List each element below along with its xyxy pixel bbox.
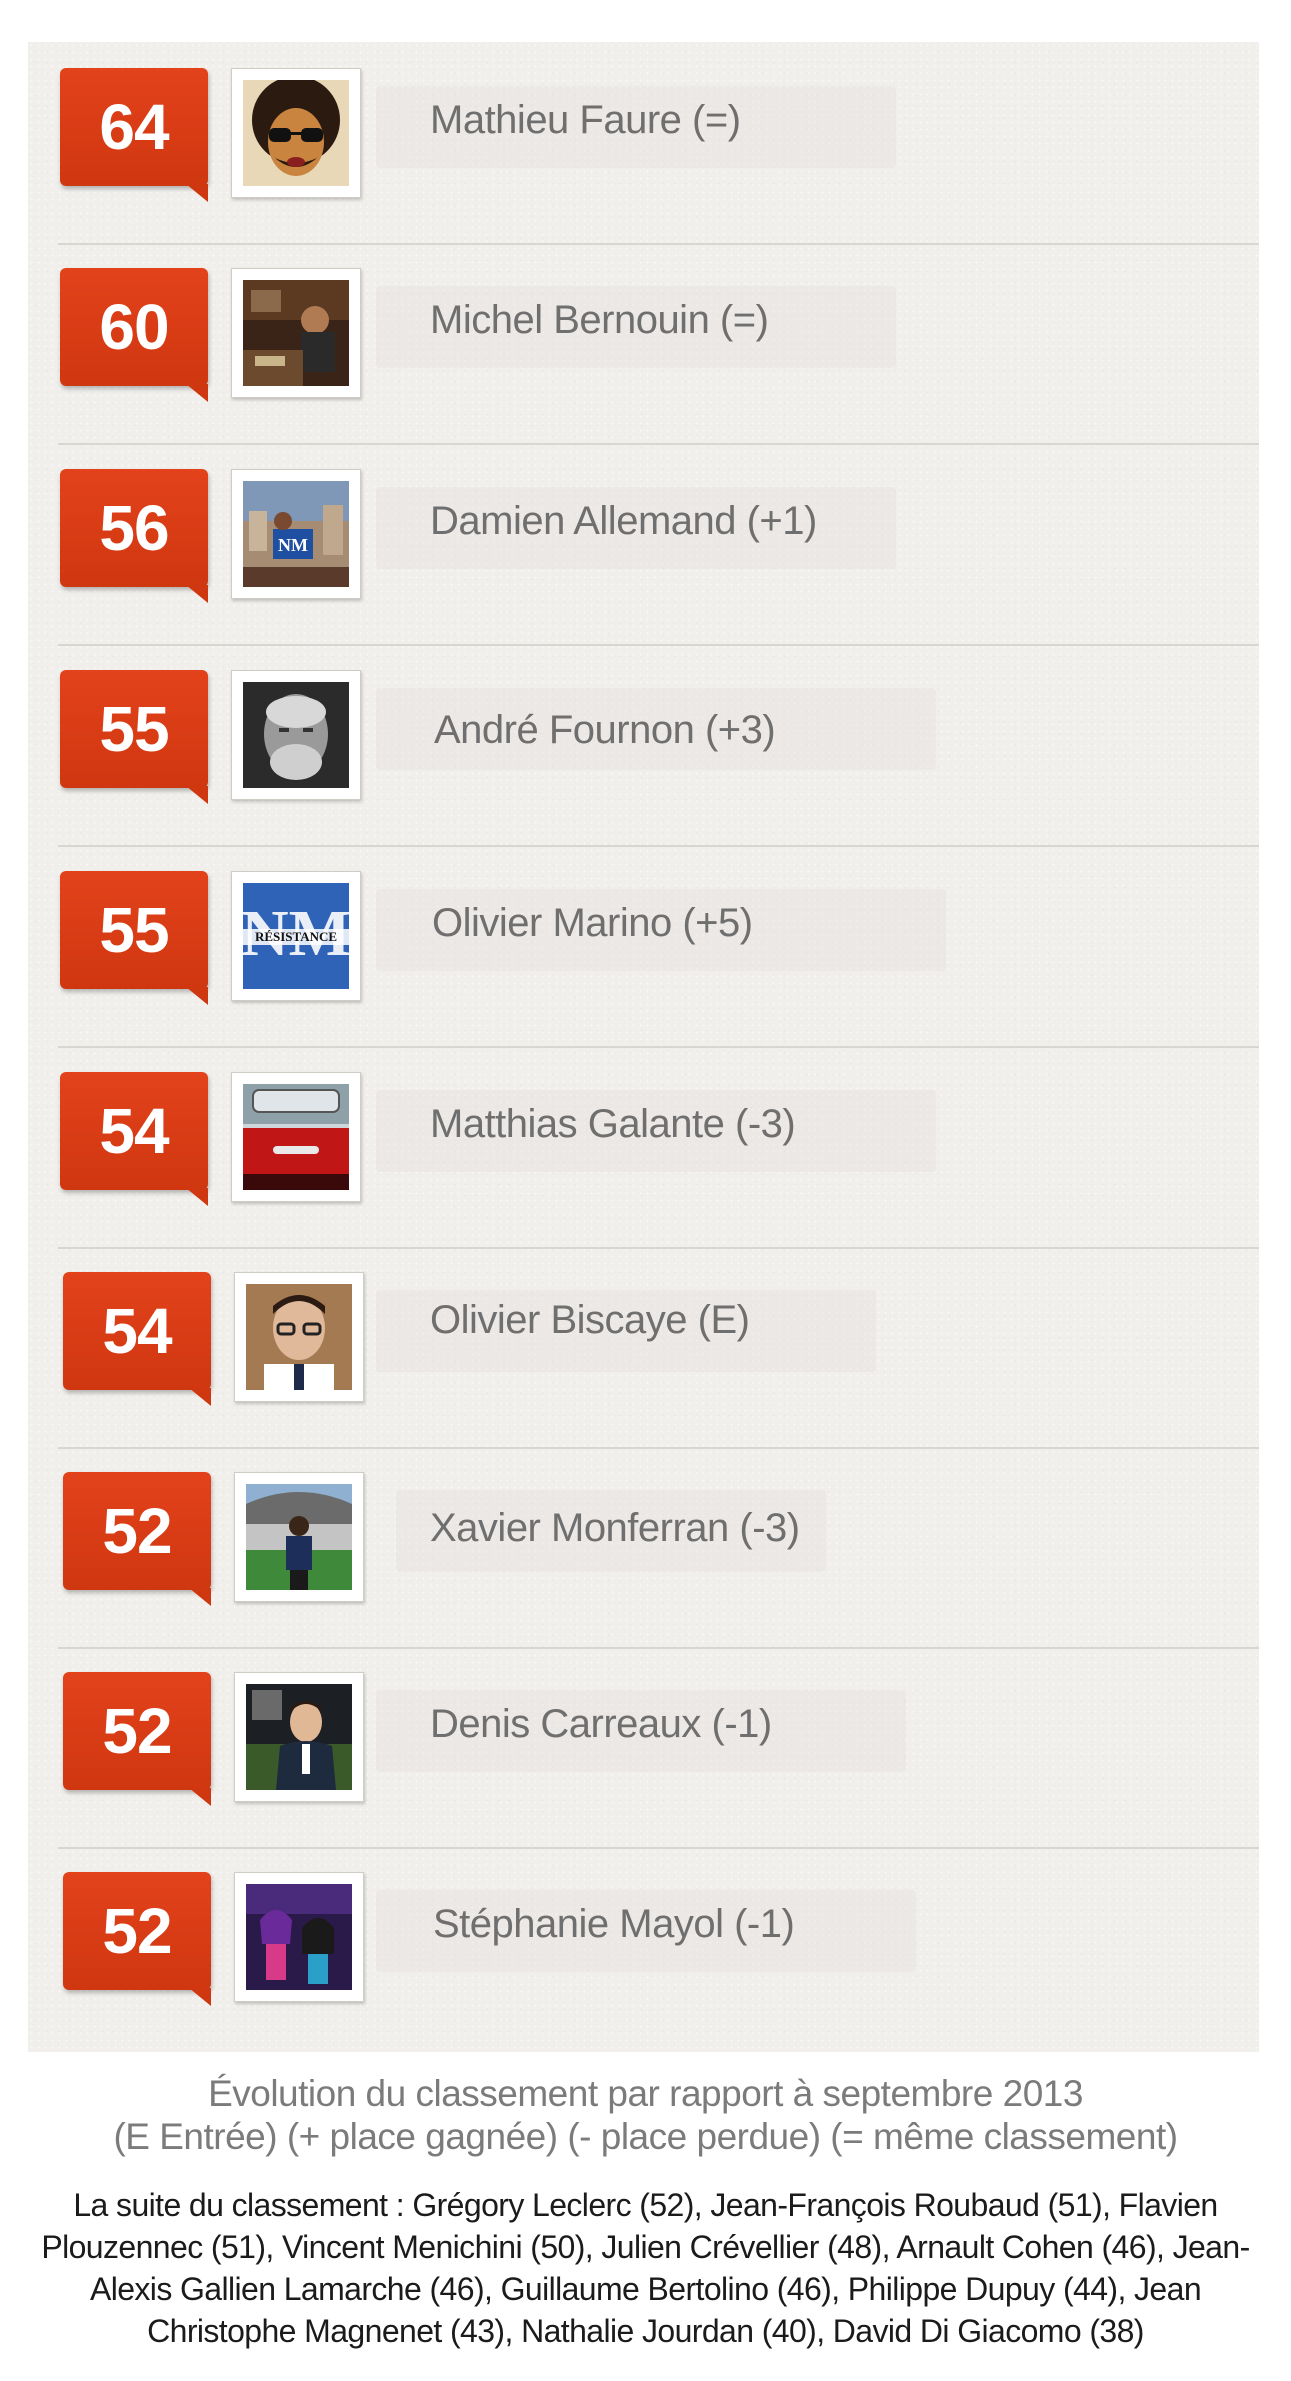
score-badge: 52	[63, 1672, 211, 1806]
ranking-row: 52 Denis Carreaux (-1)	[28, 1646, 1259, 1849]
ranking-row: 52 Stéphanie Mayol (-1)	[28, 1846, 1259, 2052]
avatar-frame	[231, 670, 361, 800]
person-name[interactable]: Michel Bernouin (=)	[430, 298, 769, 343]
score-badge: 52	[63, 1872, 211, 2006]
person-name[interactable]: Denis Carreaux (-1)	[430, 1702, 772, 1747]
ranking-row: 64 Mathieu Faure (=)	[28, 42, 1259, 245]
avatar-frame: NM	[231, 469, 361, 599]
person-name[interactable]: Stéphanie Mayol (-1)	[433, 1902, 795, 1947]
person-name[interactable]: Olivier Marino (+5)	[432, 901, 753, 946]
score-badge: 55	[60, 670, 208, 804]
anime-poster	[246, 1884, 352, 1990]
person-name[interactable]: Xavier Monferran (-3)	[430, 1506, 800, 1551]
avatar-frame: NM RÉSISTANCE	[231, 871, 361, 1001]
score-value: 52	[102, 1895, 172, 1967]
person-at-desk-photo	[243, 280, 349, 386]
score-badge: 60	[60, 268, 208, 402]
score-value: 54	[99, 1095, 169, 1167]
person-name[interactable]: Mathieu Faure (=)	[430, 98, 741, 143]
man-glasses-photo	[246, 1284, 352, 1390]
score-badge: 55	[60, 871, 208, 1005]
score-value: 56	[99, 492, 169, 564]
ranking-row: 54 Olivier Biscaye (E)	[28, 1246, 1259, 1449]
score-badge: 52	[63, 1472, 211, 1606]
ranking-continuation: La suite du classement : Grégory Leclerc…	[41, 2187, 1250, 2349]
avatar-frame	[234, 1672, 364, 1802]
ranking-row: 55 NM RÉSISTANCE Olivier Marino (+5)	[28, 845, 1259, 1048]
score-value: 52	[102, 1495, 172, 1567]
avatar-frame	[234, 1272, 364, 1402]
score-value: 64	[99, 91, 169, 163]
score-value: 54	[102, 1295, 172, 1367]
ranking-row: 55 André Fournon (+3)	[28, 644, 1259, 847]
nm-text: NM	[278, 535, 308, 555]
score-value: 52	[102, 1695, 172, 1767]
score-value: 60	[99, 291, 169, 363]
score-value: 55	[99, 693, 169, 765]
man-suit-photo	[246, 1684, 352, 1790]
ranking-row: 54 Matthias Galante (-3)	[28, 1046, 1259, 1249]
ranking-row: 56 NM Damien Allemand (+1)	[28, 443, 1259, 646]
score-badge: 54	[60, 1072, 208, 1206]
ranking-panel: 64 Mathieu Faure (=) 60 Michel Bernouin …	[28, 42, 1259, 2052]
score-value: 55	[99, 894, 169, 966]
ranking-row: 60 Michel Bernouin (=)	[28, 242, 1259, 445]
red-car-photo	[243, 1084, 349, 1190]
person-name[interactable]: Matthias Galante (-3)	[430, 1102, 796, 1147]
footer-legend: Évolution du classement par rapport à se…	[0, 2072, 1291, 2158]
person-name[interactable]: André Fournon (+3)	[434, 708, 776, 753]
footer-title: Évolution du classement par rapport à se…	[208, 2073, 1083, 2114]
avatar-frame	[231, 268, 361, 398]
resistance-text: RÉSISTANCE	[255, 929, 337, 944]
city-nm-photo: NM	[243, 481, 349, 587]
ranking-row: 52 Xavier Monferran (-3)	[28, 1446, 1259, 1649]
avatar-frame	[231, 1072, 361, 1202]
avatar-frame	[234, 1472, 364, 1602]
person-name[interactable]: Olivier Biscaye (E)	[430, 1298, 750, 1343]
legend-text: (E Entrée) (+ place gagnée) (- place per…	[113, 2116, 1178, 2157]
nm-resistance-logo: NM RÉSISTANCE	[243, 883, 349, 989]
avatar-frame	[234, 1872, 364, 2002]
score-badge: 54	[63, 1272, 211, 1406]
score-badge: 64	[60, 68, 208, 202]
afro-sunglasses-avatar	[243, 80, 349, 186]
stadium-photo	[246, 1484, 352, 1590]
bearded-man-bw-photo	[243, 682, 349, 788]
score-badge: 56	[60, 469, 208, 603]
person-name[interactable]: Damien Allemand (+1)	[430, 499, 817, 544]
avatar-frame	[231, 68, 361, 198]
